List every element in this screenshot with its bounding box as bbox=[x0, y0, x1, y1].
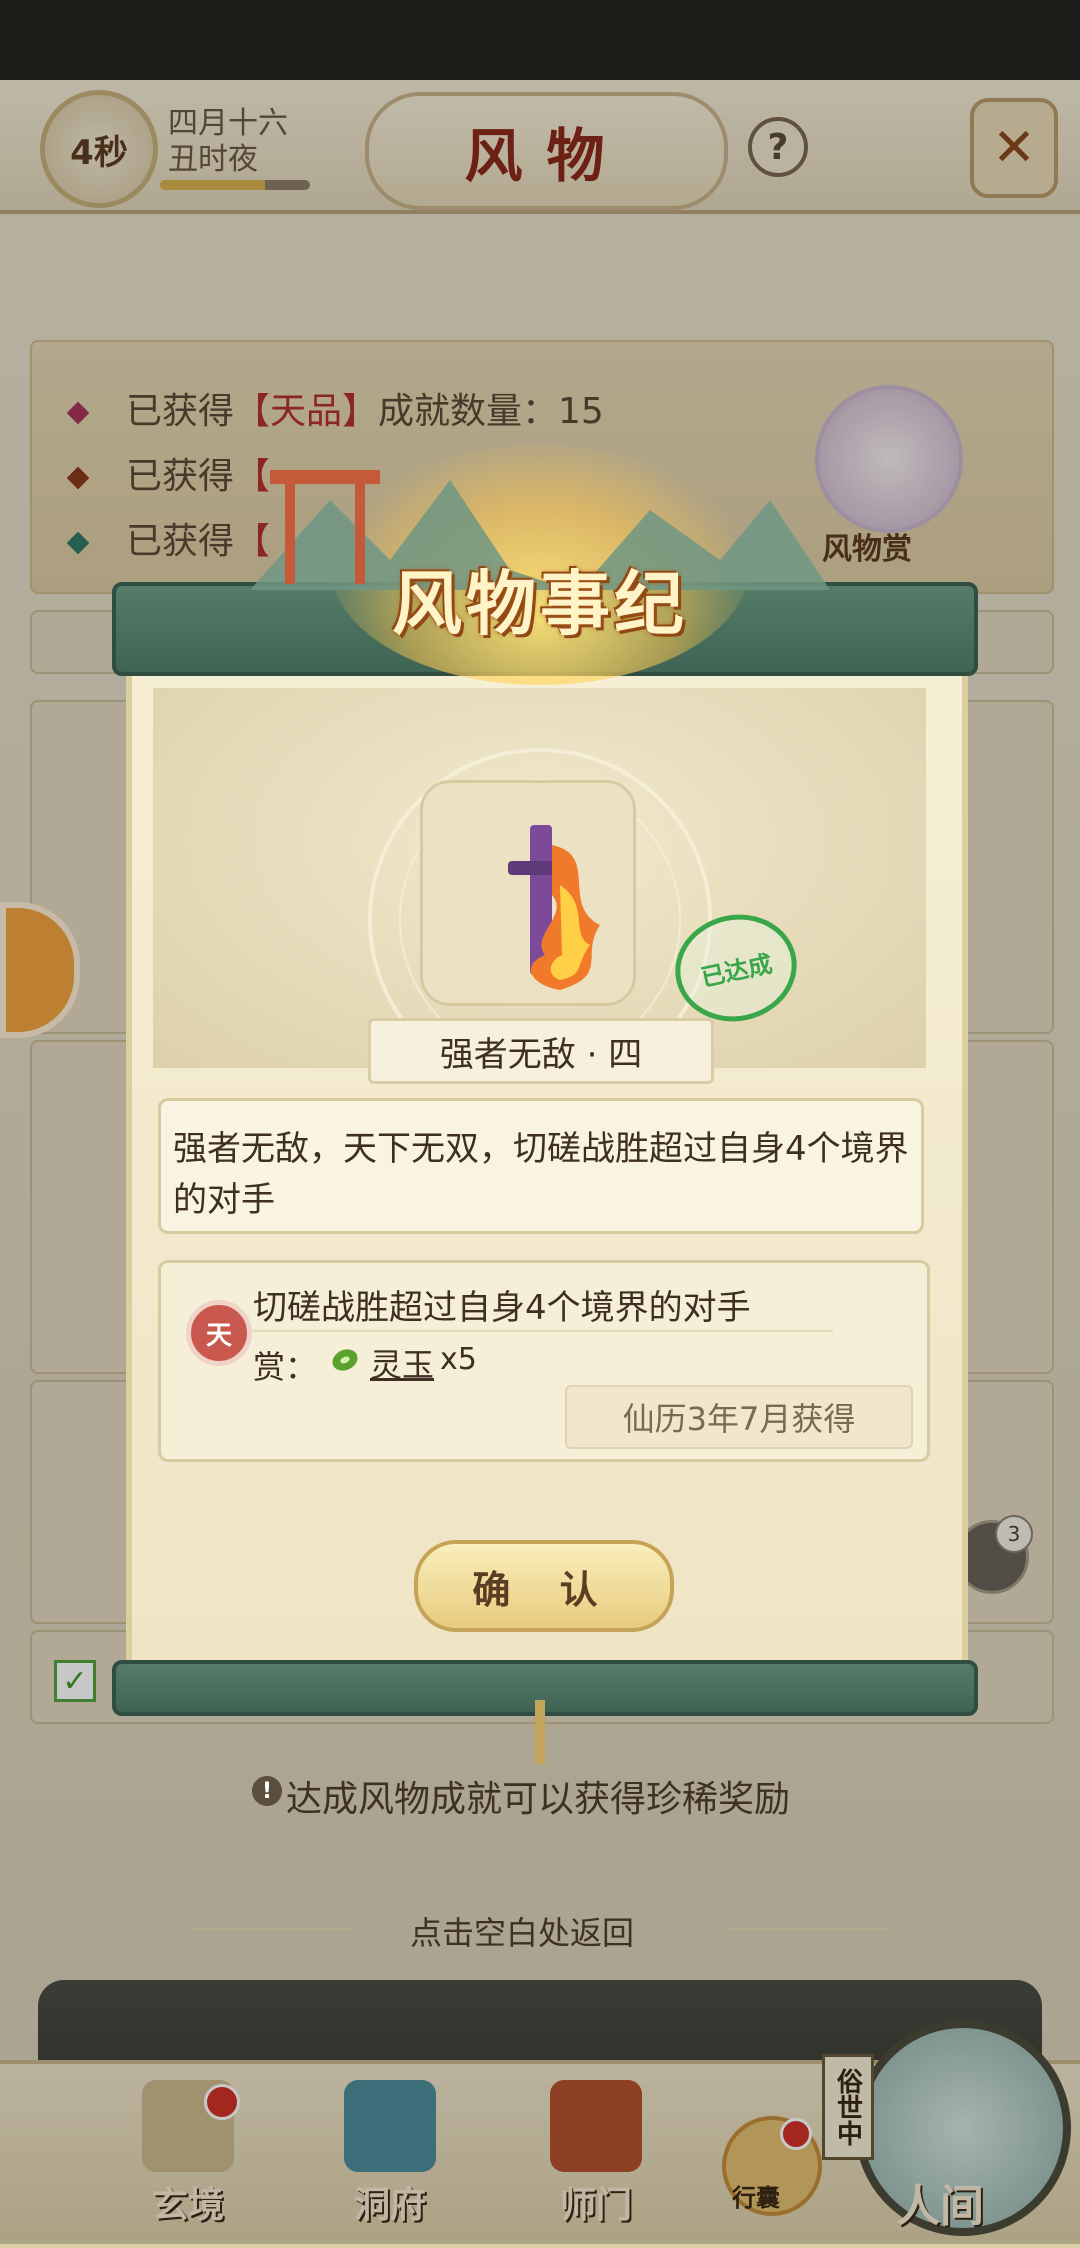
info-icon: ! bbox=[252, 1776, 282, 1806]
scroll-tassel bbox=[535, 1700, 545, 1764]
divider bbox=[730, 1928, 890, 1930]
tier-badge: 天 bbox=[186, 1300, 252, 1366]
reward-item-link[interactable]: 灵玉 bbox=[370, 1340, 434, 1386]
confirm-button[interactable]: 确 认 bbox=[414, 1540, 674, 1632]
tap-to-return-hint[interactable]: 点击空白处返回 bbox=[410, 1908, 634, 1954]
hint-text: 达成风物成就可以获得珍稀奖励 bbox=[286, 1779, 791, 1820]
modal-title: 风物事纪 bbox=[392, 562, 688, 645]
obtained-date: 仙历3年7月获得 bbox=[565, 1385, 913, 1449]
jade-icon bbox=[332, 1349, 358, 1371]
scroll-bottom-rod bbox=[112, 1660, 978, 1716]
achievement-description: 强者无敌，天下无双，切磋战胜超过自身4个境界的对手 bbox=[173, 1129, 909, 1220]
divider bbox=[253, 1330, 833, 1332]
reward-label: 赏： bbox=[253, 1348, 318, 1386]
reward-condition: 切磋战胜超过自身4个境界的对手 bbox=[253, 1288, 751, 1328]
reward-quantity: x5 bbox=[440, 1342, 477, 1377]
sword-icon bbox=[508, 825, 600, 990]
achievement-name: 强者无敌 · 四 bbox=[368, 1018, 714, 1084]
divider bbox=[190, 1928, 350, 1930]
